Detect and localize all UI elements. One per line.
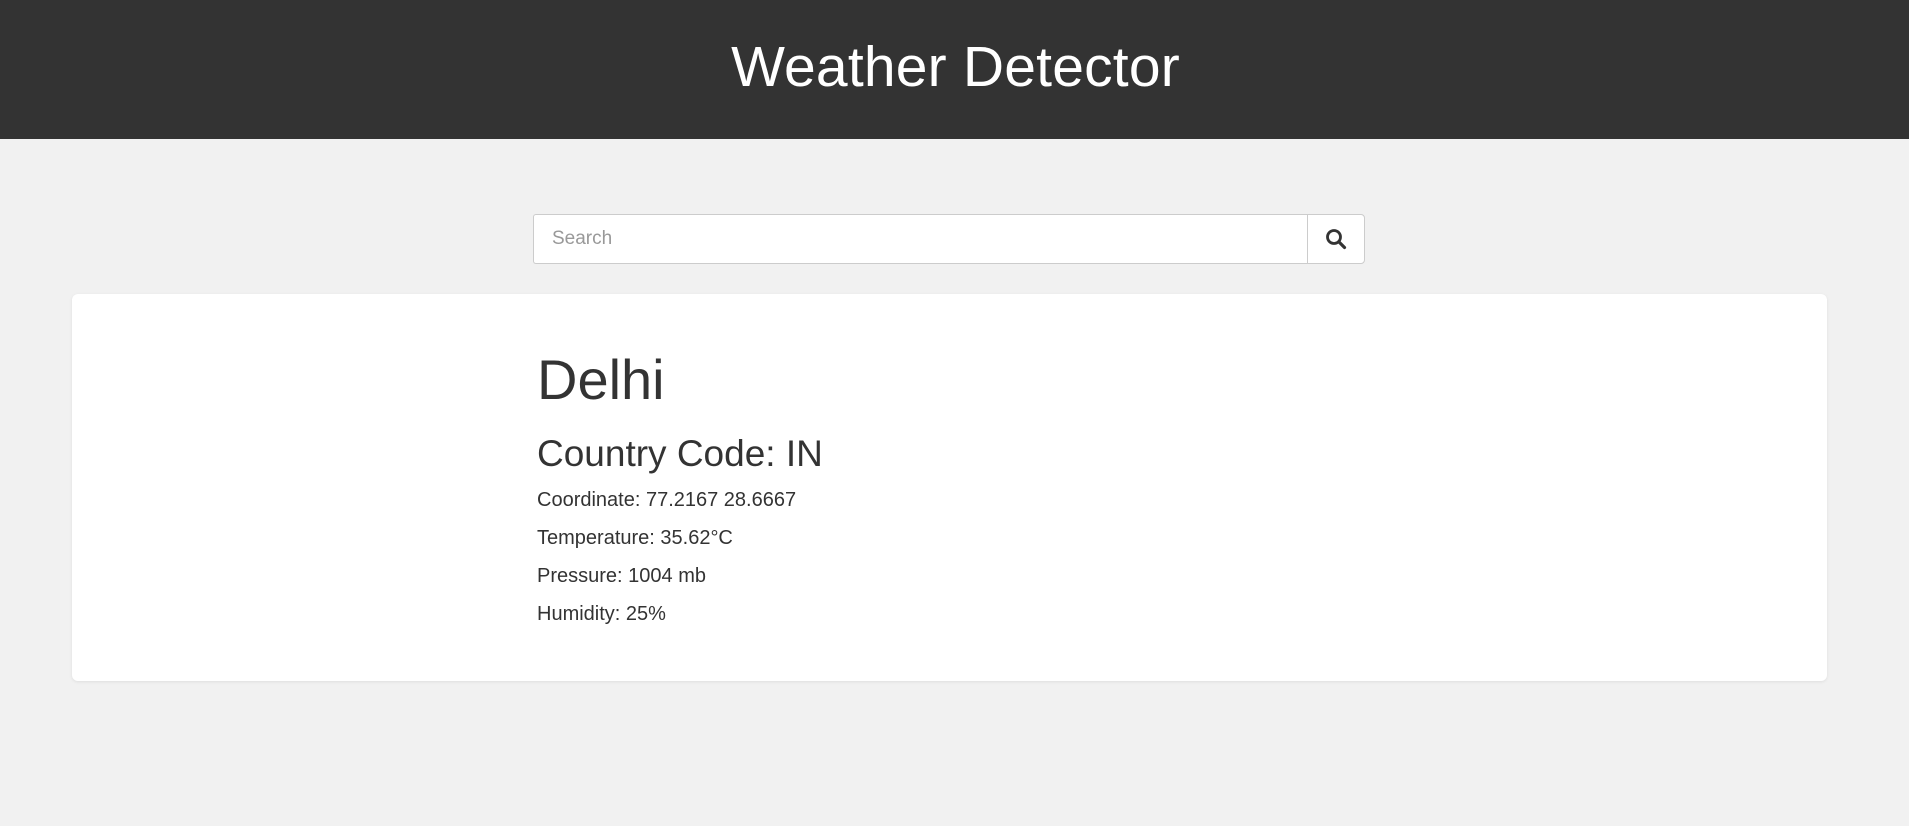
search-bar (533, 214, 1365, 264)
app-title: Weather Detector (731, 34, 1180, 99)
humidity-text: Humidity: 25% (537, 603, 666, 625)
weather-details: Delhi Country Code: IN Coordinate: 77.21… (537, 348, 823, 633)
country-code: Country Code: IN (537, 433, 823, 474)
app-header: Weather Detector (0, 0, 1909, 139)
pressure-text: Pressure: 1004 mb (537, 565, 706, 587)
temperature-text: Temperature: 35.62°C (537, 527, 733, 549)
city-name: Delhi (537, 348, 665, 411)
search-icon (1325, 228, 1347, 250)
search-button[interactable] (1307, 214, 1365, 264)
search-input[interactable] (533, 214, 1308, 264)
coordinate-text: Coordinate: 77.2167 28.6667 (537, 489, 797, 511)
weather-card: Delhi Country Code: IN Coordinate: 77.21… (72, 294, 1827, 681)
weather-stats: Coordinate: 77.2167 28.6667 Temperature:… (537, 481, 823, 633)
